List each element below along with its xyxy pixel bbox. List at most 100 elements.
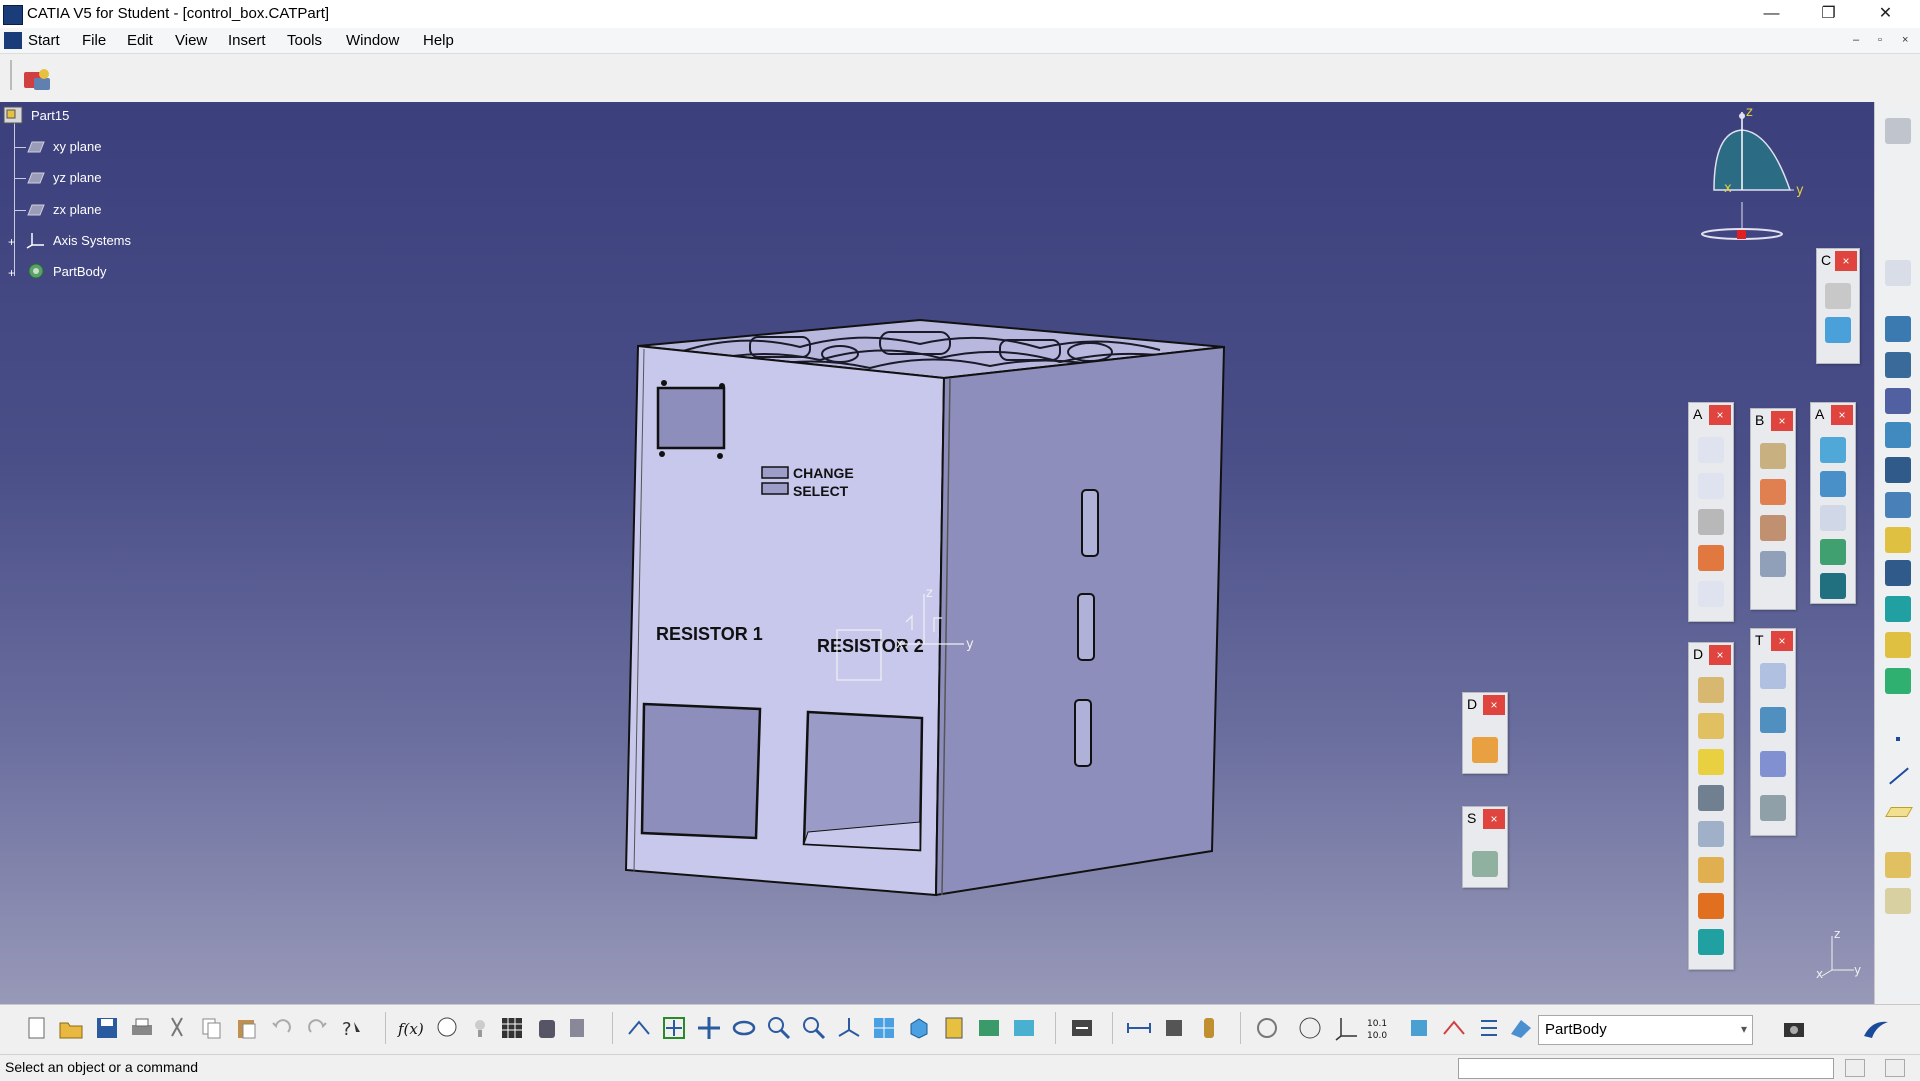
weld-icon[interactable]: [1698, 509, 1724, 535]
menu-tools[interactable]: Tools: [287, 32, 322, 49]
fit-all-in-icon[interactable]: [660, 1014, 688, 1042]
status-info-icon[interactable]: [1885, 1059, 1905, 1077]
boolean-remove-icon[interactable]: [1760, 479, 1786, 505]
offset-surface-icon[interactable]: [1820, 539, 1846, 565]
apply-material-icon[interactable]: [1472, 851, 1498, 877]
thickness-icon[interactable]: [1698, 821, 1724, 847]
undo-icon[interactable]: [268, 1014, 296, 1042]
start-menu-icon[interactable]: [4, 32, 22, 49]
body-selector-dropdown[interactable]: PartBody ▾: [1538, 1015, 1753, 1045]
boolean-intersect-icon[interactable]: [1760, 515, 1786, 541]
stiffener-icon[interactable]: [1885, 560, 1911, 586]
3d-viewport[interactable]: Part15 xy plane yz plane zx plane + Axis…: [0, 102, 1874, 1004]
slot-icon[interactable]: [1885, 527, 1911, 553]
new-file-icon[interactable]: [22, 1014, 50, 1042]
close-toolbar-button[interactable]: ×: [1709, 405, 1731, 425]
zoom-out-icon[interactable]: [800, 1014, 828, 1042]
draft-icon[interactable]: [1698, 749, 1724, 775]
fly-mode-icon[interactable]: [625, 1014, 653, 1042]
boolean-union-icon[interactable]: [1760, 551, 1786, 577]
work-object-icon[interactable]: [1507, 1014, 1535, 1042]
translate-icon[interactable]: [1760, 663, 1786, 689]
normal-view-icon[interactable]: [835, 1014, 863, 1042]
sketch-icon[interactable]: [1885, 260, 1911, 286]
hide-show-icon[interactable]: [975, 1014, 1003, 1042]
text-abc-icon[interactable]: [1698, 437, 1724, 463]
plane-icon[interactable]: [26, 201, 46, 219]
multi-view-icon[interactable]: [870, 1014, 898, 1042]
shaft-icon[interactable]: [1885, 388, 1911, 414]
thread-icon[interactable]: [1698, 857, 1724, 883]
expand-partbody-icon[interactable]: +: [8, 266, 15, 280]
menu-window[interactable]: Window: [346, 32, 399, 49]
swap-icon[interactable]: [1253, 1014, 1281, 1042]
flag-note-icon[interactable]: [1698, 473, 1724, 499]
doc-minimize-button[interactable]: –: [1853, 34, 1859, 46]
menu-insert[interactable]: Insert: [228, 32, 266, 49]
remove-face-icon[interactable]: [1698, 893, 1724, 919]
formula-icon[interactable]: f(x): [397, 1014, 425, 1042]
minimize-button[interactable]: —: [1743, 0, 1800, 28]
fill-surface-icon[interactable]: [1820, 505, 1846, 531]
close-toolbar-button[interactable]: ×: [1771, 411, 1793, 431]
swap-visible-space-icon[interactable]: [1010, 1014, 1038, 1042]
shell-icon[interactable]: [1698, 785, 1724, 811]
pocket-icon[interactable]: [1885, 352, 1911, 378]
chamfer-icon[interactable]: [1698, 713, 1724, 739]
sweep-surface-icon[interactable]: [1820, 471, 1846, 497]
measure-between-icon[interactable]: [1125, 1014, 1153, 1042]
groove-icon[interactable]: [1885, 422, 1911, 448]
scale-icon[interactable]: [1760, 795, 1786, 821]
boolean-add-icon[interactable]: [1760, 443, 1786, 469]
instantiate-icon[interactable]: [566, 1014, 594, 1042]
open-folder-icon[interactable]: [57, 1014, 85, 1042]
hole-icon[interactable]: [1885, 457, 1911, 483]
plane-icon[interactable]: [1885, 798, 1913, 824]
whats-this-icon[interactable]: ?: [338, 1014, 366, 1042]
axis-system-icon[interactable]: [26, 231, 46, 249]
close-toolbar-button[interactable]: ×: [1483, 695, 1505, 715]
multi-pad-icon[interactable]: [1885, 596, 1911, 622]
menu-start[interactable]: Start: [28, 32, 60, 49]
menu-edit[interactable]: Edit: [127, 32, 153, 49]
tree-item-zx-plane[interactable]: zx plane: [53, 202, 101, 217]
extrude-surface-icon[interactable]: [1820, 437, 1846, 463]
zoom-in-icon[interactable]: [765, 1014, 793, 1042]
dimension-icon[interactable]: [1698, 581, 1724, 607]
knowledge-advisor-icon[interactable]: [433, 1014, 461, 1042]
settings-gear-icon[interactable]: [1885, 118, 1911, 144]
measure-inertia-icon[interactable]: [1195, 1014, 1223, 1042]
measure-item-icon[interactable]: [1160, 1014, 1188, 1042]
pan-icon[interactable]: [695, 1014, 723, 1042]
doc-close-button[interactable]: ×: [1902, 34, 1908, 46]
boolean-operation-icon[interactable]: [1885, 852, 1911, 878]
tree-root-part[interactable]: Part15: [31, 108, 69, 123]
menu-file[interactable]: File: [82, 32, 106, 49]
toolbar-grip[interactable]: [10, 60, 12, 90]
menu-view[interactable]: View: [175, 32, 207, 49]
tree-item-partbody[interactable]: PartBody: [53, 264, 106, 279]
doc-restore-button[interactable]: ▫: [1878, 34, 1882, 46]
solid-combine-icon[interactable]: [1885, 668, 1911, 694]
rib-icon[interactable]: [1885, 492, 1911, 518]
measure-icon[interactable]: [1472, 737, 1498, 763]
mirror-icon[interactable]: [1760, 707, 1786, 733]
shading-icon[interactable]: [940, 1014, 968, 1042]
fillet-icon[interactable]: [1698, 677, 1724, 703]
light-bulb-icon[interactable]: [466, 1014, 494, 1042]
restore-button[interactable]: ❐: [1800, 0, 1857, 28]
plane-icon[interactable]: [26, 138, 46, 156]
loft-icon[interactable]: [1885, 632, 1911, 658]
pad-icon[interactable]: [1885, 316, 1911, 342]
hand-manipulate-icon[interactable]: [1296, 1014, 1324, 1042]
split-icon[interactable]: [1440, 1014, 1468, 1042]
point-icon[interactable]: [1885, 726, 1911, 752]
part-icon[interactable]: [3, 106, 23, 124]
list-icon[interactable]: [1475, 1014, 1503, 1042]
workbench-icon[interactable]: [22, 66, 54, 94]
rotate-icon[interactable]: [730, 1014, 758, 1042]
close-toolbar-button[interactable]: ×: [1709, 645, 1731, 665]
line-icon[interactable]: [1885, 762, 1911, 788]
save-icon[interactable]: [93, 1014, 121, 1042]
tree-item-xy-plane[interactable]: xy plane: [53, 139, 101, 154]
